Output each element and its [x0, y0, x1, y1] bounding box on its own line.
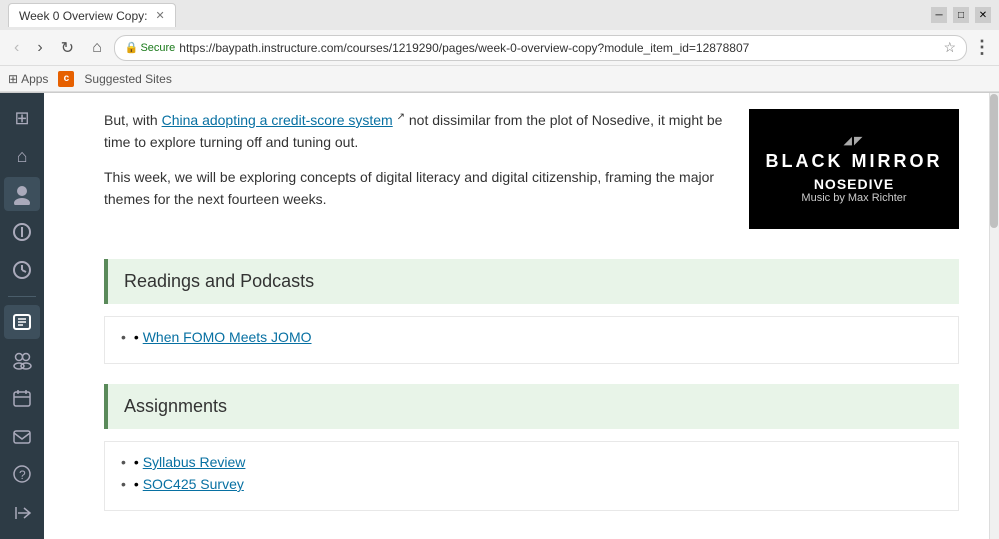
- bm-subtitle-text: NOSEDIVE: [814, 176, 894, 192]
- apps-button[interactable]: ⊞ Apps: [8, 72, 48, 86]
- sidebar-icon-courses[interactable]: [4, 305, 40, 339]
- tab-title: Week 0 Overview Copy:: [19, 9, 148, 23]
- sidebar-icon-clock[interactable]: [4, 253, 40, 287]
- sidebar-icon-people[interactable]: [4, 343, 40, 377]
- black-mirror-image-container: ◢◤ BLACK MIRROR NOSEDIVE Music by Max Ri…: [749, 109, 959, 229]
- grid-apps-icon: ⊞: [8, 72, 18, 86]
- browser-tab[interactable]: Week 0 Overview Copy: ✕: [8, 3, 176, 27]
- reload-button[interactable]: ↻: [55, 36, 80, 60]
- bullet-icon: •: [134, 329, 143, 345]
- china-credit-link[interactable]: China adopting a credit-score system: [162, 112, 393, 128]
- close-button[interactable]: ✕: [975, 7, 991, 23]
- bm-title-text: BLACK MIRROR: [766, 151, 943, 172]
- title-bar: Week 0 Overview Copy: ✕ ─ □ ✕: [0, 0, 999, 30]
- browser-menu-button[interactable]: ⋮: [973, 37, 991, 58]
- bullet-icon: •: [134, 476, 143, 492]
- assignments-list: • Syllabus Review • SOC425 Survey: [121, 454, 942, 492]
- sidebar-icon-grid[interactable]: ⊞: [4, 101, 40, 135]
- readings-list: • When FOMO Meets JOMO: [121, 329, 942, 345]
- readings-section-header: Readings and Podcasts: [104, 259, 959, 304]
- list-item: • SOC425 Survey: [121, 476, 942, 492]
- scrollbar-thumb[interactable]: [990, 94, 998, 228]
- soc425-survey-link[interactable]: SOC425 Survey: [143, 476, 244, 492]
- bookmarks-bar: ⊞ Apps c Suggested Sites: [0, 66, 999, 92]
- suggested-sites-link[interactable]: Suggested Sites: [84, 72, 171, 86]
- page-content: ◢◤ BLACK MIRROR NOSEDIVE Music by Max Ri…: [44, 93, 999, 539]
- bookmark-star-button[interactable]: ☆: [943, 39, 956, 56]
- maximize-button[interactable]: □: [953, 7, 969, 23]
- sidebar-icon-exit[interactable]: [4, 495, 40, 531]
- sidebar-icon-calendar[interactable]: [4, 381, 40, 415]
- url-display: https://baypath.instructure.com/courses/…: [179, 41, 943, 55]
- apps-label: Apps: [21, 72, 48, 86]
- assignments-title: Assignments: [124, 396, 943, 417]
- window-controls: ─ □ ✕: [931, 7, 991, 23]
- svg-text:?: ?: [19, 468, 26, 482]
- list-item: • When FOMO Meets JOMO: [121, 329, 942, 345]
- tab-close-button[interactable]: ✕: [156, 9, 165, 22]
- content-area[interactable]: ◢◤ BLACK MIRROR NOSEDIVE Music by Max Ri…: [44, 93, 999, 539]
- sidebar: ⊞ ⌂ ?: [0, 93, 44, 539]
- sidebar-icon-inbox[interactable]: [4, 419, 40, 453]
- lock-icon: 🔒: [125, 41, 139, 54]
- sidebar-icon-home[interactable]: ⌂: [4, 139, 40, 173]
- minimize-button[interactable]: ─: [931, 7, 947, 23]
- fomo-jomo-link[interactable]: When FOMO Meets JOMO: [143, 329, 312, 345]
- sidebar-icon-notifications[interactable]: [4, 215, 40, 249]
- back-button[interactable]: ‹: [8, 37, 25, 59]
- bm-music-text: Music by Max Richter: [801, 192, 906, 204]
- black-mirror-image: ◢◤ BLACK MIRROR NOSEDIVE Music by Max Ri…: [749, 109, 959, 229]
- syllabus-review-link[interactable]: Syllabus Review: [143, 454, 246, 470]
- home-button[interactable]: ⌂: [86, 37, 108, 59]
- canvas-logo: c: [58, 71, 74, 87]
- scrollbar-track[interactable]: [989, 93, 999, 539]
- readings-title: Readings and Podcasts: [124, 271, 943, 292]
- address-bar[interactable]: 🔒 Secure https://baypath.instructure.com…: [114, 35, 967, 61]
- assignments-section-header: Assignments: [104, 384, 959, 429]
- main-layout: ⊞ ⌂ ?: [0, 93, 999, 539]
- bullet-icon: •: [134, 454, 143, 470]
- bm-logo-text: ◢◤: [844, 134, 865, 147]
- forward-button[interactable]: ›: [31, 37, 48, 59]
- browser-toolbar: ‹ › ↻ ⌂ 🔒 Secure https://baypath.instruc…: [0, 30, 999, 66]
- readings-content-box: • When FOMO Meets JOMO: [104, 316, 959, 364]
- sidebar-icon-help[interactable]: ?: [4, 457, 40, 491]
- sidebar-icon-avatar[interactable]: [4, 177, 40, 211]
- sidebar-divider-1: [8, 296, 36, 297]
- assignments-content-box: • Syllabus Review • SOC425 Survey: [104, 441, 959, 511]
- list-item: • Syllabus Review: [121, 454, 942, 470]
- secure-badge: 🔒 Secure: [125, 41, 176, 54]
